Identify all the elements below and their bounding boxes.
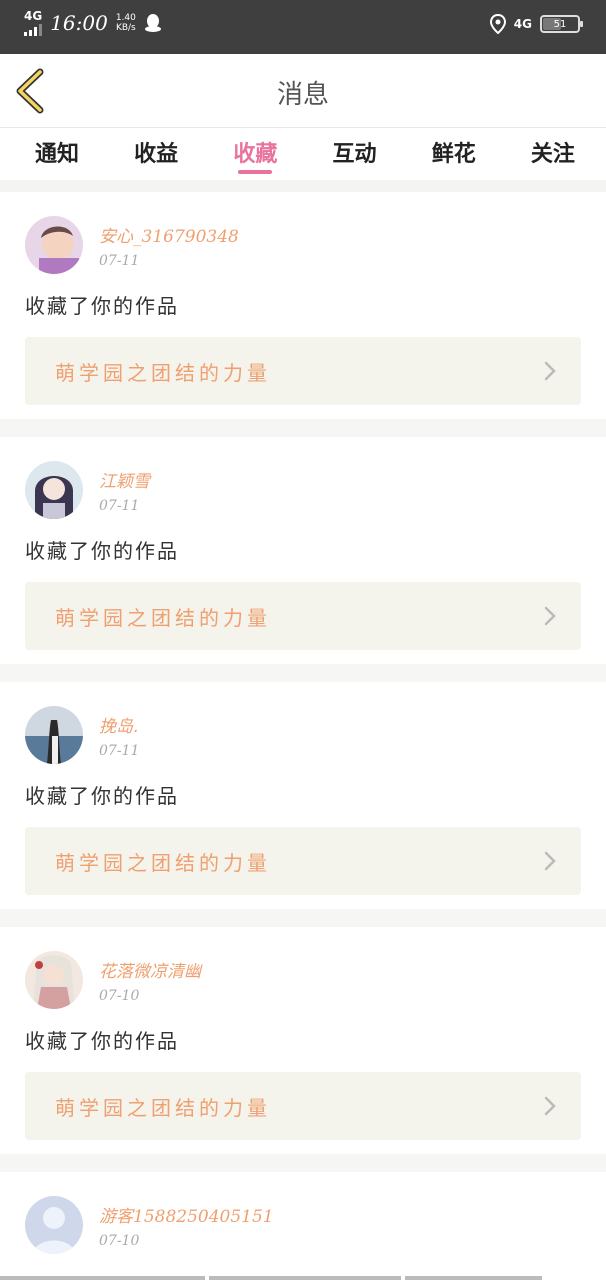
tab-label: 关注 <box>530 141 575 167</box>
qq-icon <box>144 14 161 32</box>
tab-label: 鲜花 <box>431 141 476 167</box>
message-list: 安心_316790348 07-11 收藏了你的作品 萌学园之团结的力量 江颖雪… <box>0 192 606 1280</box>
message-date: 07-11 <box>99 253 140 269</box>
work-title: 萌学园之团结的力量 <box>55 851 271 875</box>
avatar[interactable] <box>25 951 83 1009</box>
avatar[interactable] <box>25 461 83 519</box>
action-text: 收藏了你的作品 <box>25 539 179 563</box>
username[interactable]: 花落微凉清幽 <box>99 957 201 982</box>
work-link[interactable]: 萌学园之团结的力量 <box>25 582 581 650</box>
tab-label: 收藏 <box>233 141 278 167</box>
app-header: 消息 <box>0 54 606 128</box>
work-title: 萌学园之团结的力量 <box>55 1096 271 1120</box>
network-speed: 1.40 KB/s <box>116 13 136 33</box>
user-meta: 江颖雪 07-11 <box>99 467 150 514</box>
bottom-loading-bars <box>0 1276 606 1280</box>
username[interactable]: 挽岛. <box>99 712 139 737</box>
tab-flowers[interactable]: 鲜花 <box>419 128 489 180</box>
work-link[interactable]: 萌学园之团结的力量 <box>25 827 581 895</box>
message-date: 07-10 <box>99 1233 140 1249</box>
battery-level: 51 <box>553 18 567 30</box>
card-header: 江颖雪 07-11 <box>25 461 581 519</box>
user-meta: 挽岛. 07-11 <box>99 712 139 759</box>
tab-label: 收益 <box>134 141 179 167</box>
user-meta: 花落微凉清幽 07-10 <box>99 957 201 1004</box>
work-title: 萌学园之团结的力量 <box>55 361 271 385</box>
chevron-right-icon <box>544 1096 556 1116</box>
network-type-right: 4G <box>513 17 532 31</box>
list-item: 江颖雪 07-11 收藏了你的作品 萌学园之团结的力量 <box>0 437 606 664</box>
message-date: 07-10 <box>99 988 140 1004</box>
chevron-right-icon <box>544 606 556 626</box>
status-left: 4G 16:00 1.40 KB/s <box>24 10 162 36</box>
page-title: 消息 <box>276 80 329 110</box>
card-header: 花落微凉清幽 07-10 <box>25 951 581 1009</box>
list-item: 花落微凉清幽 07-10 收藏了你的作品 萌学园之团结的力量 <box>0 927 606 1154</box>
battery-icon: 51 <box>540 15 583 33</box>
tab-earnings[interactable]: 收益 <box>121 128 191 180</box>
tab-notification[interactable]: 通知 <box>22 128 92 180</box>
list-item: 游客1588250405151 07-10 收藏了你的作品 <box>0 1172 606 1280</box>
action-text: 收藏了你的作品 <box>25 1029 179 1053</box>
signal-indicator: 4G <box>24 10 42 36</box>
section-divider <box>0 180 606 192</box>
work-link[interactable]: 萌学园之团结的力量 <box>25 1072 581 1140</box>
action-text: 收藏了你的作品 <box>25 294 179 318</box>
network-type: 4G <box>24 9 43 23</box>
action-text: 收藏了你的作品 <box>25 784 179 808</box>
avatar[interactable] <box>25 706 83 764</box>
location-icon <box>489 14 506 34</box>
tab-label: 互动 <box>332 141 377 167</box>
speed-value: 1.40 <box>115 13 136 23</box>
work-title: 萌学园之团结的力量 <box>55 606 271 630</box>
tab-bar: 通知 收益 收藏 互动 鲜花 关注 <box>0 128 606 180</box>
card-header: 挽岛. 07-11 <box>25 706 581 764</box>
status-bar: 4G 16:00 1.40 KB/s 4G 51 <box>0 0 606 54</box>
app-root: 4G 16:00 1.40 KB/s 4G 51 消息 通知 收益 收藏 互动 … <box>0 0 606 1280</box>
list-item: 安心_316790348 07-11 收藏了你的作品 萌学园之团结的力量 <box>0 192 606 419</box>
speed-unit: KB/s <box>115 23 136 33</box>
username[interactable]: 江颖雪 <box>99 467 150 492</box>
username[interactable]: 游客1588250405151 <box>99 1202 274 1227</box>
chevron-right-icon <box>544 851 556 871</box>
message-date: 07-11 <box>99 743 140 759</box>
user-meta: 安心_316790348 07-11 <box>99 222 239 269</box>
user-meta: 游客1588250405151 07-10 <box>99 1202 274 1249</box>
chevron-right-icon <box>544 361 556 381</box>
avatar-placeholder-icon[interactable] <box>25 1196 83 1254</box>
tab-label: 通知 <box>34 141 79 167</box>
card-header: 安心_316790348 07-11 <box>25 216 581 274</box>
tab-follow[interactable]: 关注 <box>518 128 588 180</box>
status-right: 4G 51 <box>489 14 583 34</box>
card-header: 游客1588250405151 07-10 <box>25 1196 581 1254</box>
clock: 16:00 <box>50 11 108 35</box>
list-item: 挽岛. 07-11 收藏了你的作品 萌学园之团结的力量 <box>0 682 606 909</box>
work-link[interactable]: 萌学园之团结的力量 <box>25 337 581 405</box>
tab-favorites[interactable]: 收藏 <box>220 128 290 180</box>
username[interactable]: 安心_316790348 <box>99 222 239 247</box>
tab-interaction[interactable]: 互动 <box>320 128 390 180</box>
signal-bars-icon <box>24 24 42 36</box>
avatar[interactable] <box>25 216 83 274</box>
active-tab-indicator <box>238 170 273 174</box>
message-date: 07-11 <box>99 498 140 514</box>
